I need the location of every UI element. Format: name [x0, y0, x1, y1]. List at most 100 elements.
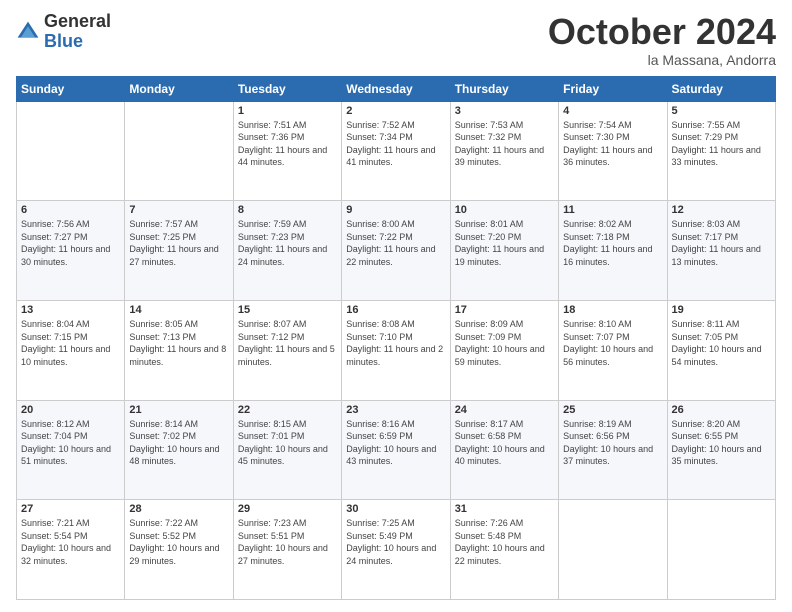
table-row: 19Sunrise: 8:11 AM Sunset: 7:05 PM Dayli…: [667, 300, 775, 400]
location: la Massana, Andorra: [548, 52, 776, 68]
day-number: 1: [238, 105, 337, 117]
day-info: Sunrise: 8:11 AM Sunset: 7:05 PM Dayligh…: [672, 318, 771, 368]
day-number: 15: [238, 304, 337, 316]
day-info: Sunrise: 7:56 AM Sunset: 7:27 PM Dayligh…: [21, 218, 120, 268]
table-row: 21Sunrise: 8:14 AM Sunset: 7:02 PM Dayli…: [125, 400, 233, 500]
day-info: Sunrise: 8:12 AM Sunset: 7:04 PM Dayligh…: [21, 418, 120, 468]
calendar-table: Sunday Monday Tuesday Wednesday Thursday…: [16, 76, 776, 600]
day-number: 17: [455, 304, 554, 316]
table-row: [667, 500, 775, 600]
table-row: 27 Sunrise: 7:21 AM Sunset: 5:54 PM Dayli…: [17, 500, 125, 600]
day-info: Sunrise: 8:09 AM Sunset: 7:09 PM Dayligh…: [455, 318, 554, 368]
day-info: Sunrise: 8:05 AM Sunset: 7:13 PM Dayligh…: [129, 318, 228, 368]
day-info: Sunrise: 8:20 AM Sunset: 6:55 PM Dayligh…: [672, 418, 771, 468]
table-row: [559, 500, 667, 600]
day-number: 4: [563, 105, 662, 117]
day-info: Sunrise: 8:00 AM Sunset: 7:22 PM Dayligh…: [346, 218, 445, 268]
calendar-week-4: 20 Sunrise: 8:12 AM Sunset: 7:04 PM Dayli…: [17, 400, 776, 500]
day-number: 9: [346, 204, 445, 216]
day-number: 10: [455, 204, 554, 216]
day-info: Sunrise: 8:02 AM Sunset: 7:18 PM Dayligh…: [563, 218, 662, 268]
table-row: 28Sunrise: 7:22 AM Sunset: 5:52 PM Dayli…: [125, 500, 233, 600]
calendar-week-3: 13 Sunrise: 8:04 AM Sunset: 7:15 PM Dayli…: [17, 300, 776, 400]
col-saturday: Saturday: [667, 76, 775, 101]
table-row: 9 Sunrise: 8:00 AM Sunset: 7:22 PM Daylig…: [342, 201, 450, 301]
table-row: 7Sunrise: 7:57 AM Sunset: 7:25 PM Daylig…: [125, 201, 233, 301]
calendar-week-2: 6Sunrise: 7:56 AM Sunset: 7:27 PM Daylig…: [17, 201, 776, 301]
table-row: 15 Sunrise: 8:07 AM Sunset: 7:12 PM Dayli…: [233, 300, 341, 400]
table-row: 24Sunrise: 8:17 AM Sunset: 6:58 PM Dayli…: [450, 400, 558, 500]
calendar-week-1: 1 Sunrise: 7:51 AM Sunset: 7:36 PM Daylig…: [17, 101, 776, 201]
day-info: Sunrise: 8:04 AM Sunset: 7:15 PM Dayligh…: [21, 318, 120, 368]
logo-icon: [16, 20, 40, 44]
page: General Blue October 2024 la Massana, An…: [0, 0, 792, 612]
day-number: 3: [455, 105, 554, 117]
day-info: Sunrise: 7:55 AM Sunset: 7:29 PM Dayligh…: [672, 119, 771, 169]
day-info: Sunrise: 7:54 AM Sunset: 7:30 PM Dayligh…: [563, 119, 662, 169]
day-number: 27: [21, 503, 120, 515]
calendar-header-row: Sunday Monday Tuesday Wednesday Thursday…: [17, 76, 776, 101]
logo-blue: Blue: [44, 31, 83, 51]
day-info: Sunrise: 7:57 AM Sunset: 7:25 PM Dayligh…: [129, 218, 228, 268]
day-number: 30: [346, 503, 445, 515]
day-number: 5: [672, 105, 771, 117]
month-title: October 2024: [548, 12, 776, 52]
day-number: 2: [346, 105, 445, 117]
day-info: Sunrise: 8:19 AM Sunset: 6:56 PM Dayligh…: [563, 418, 662, 468]
day-info: Sunrise: 7:53 AM Sunset: 7:32 PM Dayligh…: [455, 119, 554, 169]
table-row: [125, 101, 233, 201]
table-row: [17, 101, 125, 201]
day-info: Sunrise: 7:25 AM Sunset: 5:49 PM Dayligh…: [346, 517, 445, 567]
day-info: Sunrise: 7:26 AM Sunset: 5:48 PM Dayligh…: [455, 517, 554, 567]
col-tuesday: Tuesday: [233, 76, 341, 101]
logo-general: General: [44, 11, 111, 31]
day-number: 14: [129, 304, 228, 316]
day-info: Sunrise: 8:08 AM Sunset: 7:10 PM Dayligh…: [346, 318, 445, 368]
day-info: Sunrise: 7:52 AM Sunset: 7:34 PM Dayligh…: [346, 119, 445, 169]
day-info: Sunrise: 7:59 AM Sunset: 7:23 PM Dayligh…: [238, 218, 337, 268]
day-info: Sunrise: 8:07 AM Sunset: 7:12 PM Dayligh…: [238, 318, 337, 368]
day-number: 31: [455, 503, 554, 515]
table-row: 18Sunrise: 8:10 AM Sunset: 7:07 PM Dayli…: [559, 300, 667, 400]
day-info: Sunrise: 7:51 AM Sunset: 7:36 PM Dayligh…: [238, 119, 337, 169]
day-number: 26: [672, 404, 771, 416]
logo-text: General Blue: [44, 12, 111, 52]
day-number: 13: [21, 304, 120, 316]
table-row: 23 Sunrise: 8:16 AM Sunset: 6:59 PM Dayli…: [342, 400, 450, 500]
table-row: 29Sunrise: 7:23 AM Sunset: 5:51 PM Dayli…: [233, 500, 341, 600]
day-info: Sunrise: 7:21 AM Sunset: 5:54 PM Dayligh…: [21, 517, 120, 567]
day-info: Sunrise: 8:16 AM Sunset: 6:59 PM Dayligh…: [346, 418, 445, 468]
logo: General Blue: [16, 12, 111, 52]
day-info: Sunrise: 8:03 AM Sunset: 7:17 PM Dayligh…: [672, 218, 771, 268]
day-info: Sunrise: 8:15 AM Sunset: 7:01 PM Dayligh…: [238, 418, 337, 468]
calendar-week-5: 27 Sunrise: 7:21 AM Sunset: 5:54 PM Dayli…: [17, 500, 776, 600]
day-number: 8: [238, 204, 337, 216]
table-row: 4 Sunrise: 7:54 AM Sunset: 7:30 PM Daylig…: [559, 101, 667, 201]
day-info: Sunrise: 8:14 AM Sunset: 7:02 PM Dayligh…: [129, 418, 228, 468]
col-wednesday: Wednesday: [342, 76, 450, 101]
day-number: 20: [21, 404, 120, 416]
col-sunday: Sunday: [17, 76, 125, 101]
table-row: 31 Sunrise: 7:26 AM Sunset: 5:48 PM Dayli…: [450, 500, 558, 600]
table-row: 20 Sunrise: 8:12 AM Sunset: 7:04 PM Dayli…: [17, 400, 125, 500]
table-row: 5 Sunrise: 7:55 AM Sunset: 7:29 PM Daylig…: [667, 101, 775, 201]
day-number: 22: [238, 404, 337, 416]
day-number: 12: [672, 204, 771, 216]
table-row: 22 Sunrise: 8:15 AM Sunset: 7:01 PM Dayli…: [233, 400, 341, 500]
day-number: 23: [346, 404, 445, 416]
table-row: 6Sunrise: 7:56 AM Sunset: 7:27 PM Daylig…: [17, 201, 125, 301]
table-row: 13 Sunrise: 8:04 AM Sunset: 7:15 PM Dayli…: [17, 300, 125, 400]
table-row: 3 Sunrise: 7:53 AM Sunset: 7:32 PM Daylig…: [450, 101, 558, 201]
table-row: 30 Sunrise: 7:25 AM Sunset: 5:49 PM Dayli…: [342, 500, 450, 600]
day-info: Sunrise: 8:17 AM Sunset: 6:58 PM Dayligh…: [455, 418, 554, 468]
table-row: 8 Sunrise: 7:59 AM Sunset: 7:23 PM Daylig…: [233, 201, 341, 301]
col-monday: Monday: [125, 76, 233, 101]
day-number: 18: [563, 304, 662, 316]
table-row: 26 Sunrise: 8:20 AM Sunset: 6:55 PM Dayli…: [667, 400, 775, 500]
day-info: Sunrise: 7:23 AM Sunset: 5:51 PM Dayligh…: [238, 517, 337, 567]
day-info: Sunrise: 7:22 AM Sunset: 5:52 PM Dayligh…: [129, 517, 228, 567]
table-row: 14 Sunrise: 8:05 AM Sunset: 7:13 PM Dayli…: [125, 300, 233, 400]
table-row: 17 Sunrise: 8:09 AM Sunset: 7:09 PM Dayli…: [450, 300, 558, 400]
table-row: 10Sunrise: 8:01 AM Sunset: 7:20 PM Dayli…: [450, 201, 558, 301]
col-friday: Friday: [559, 76, 667, 101]
